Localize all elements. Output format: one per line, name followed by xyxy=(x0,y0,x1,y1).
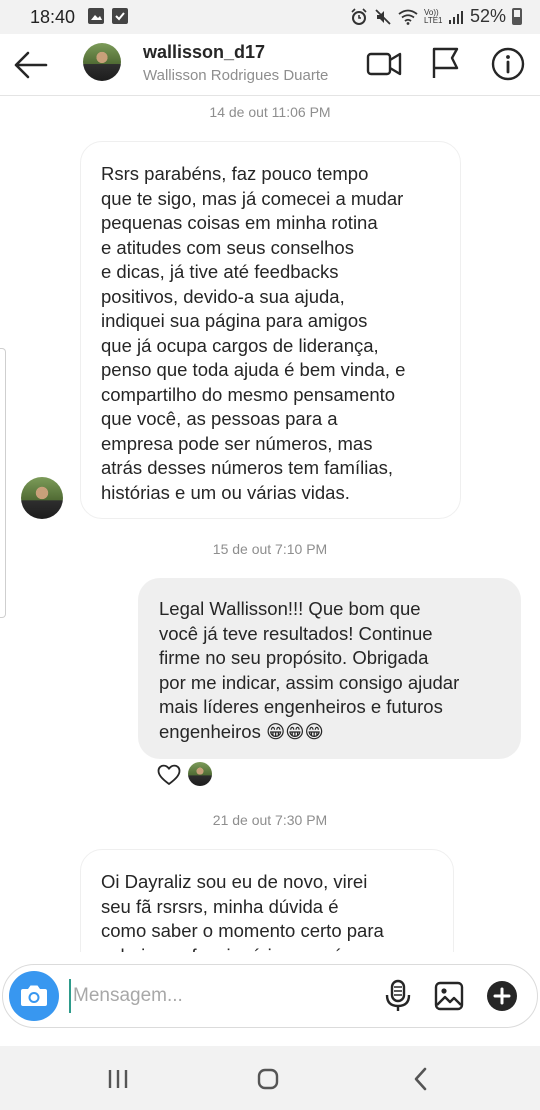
arrow-left-icon[interactable] xyxy=(12,48,48,82)
gallery-notification-icon xyxy=(88,8,104,24)
message-line: que te sigo, mas já comecei a mudar xyxy=(101,187,404,209)
message-line: atrás desses números tem famílias, xyxy=(101,457,393,478)
message-line: penso que toda ajuda é bem vinda, e xyxy=(101,359,406,380)
camera-button[interactable] xyxy=(9,971,59,1021)
chat-username[interactable]: wallisson_d17 xyxy=(143,42,265,63)
message-timestamp: 21 de out 7:30 PM xyxy=(212,812,328,828)
camera-icon xyxy=(21,985,47,1006)
signal-icon xyxy=(448,10,463,24)
video-camera-icon[interactable] xyxy=(366,48,402,80)
message-line: Oi Dayraliz sou eu de novo, virei xyxy=(101,871,368,892)
message-line: firme no seu propósito. Obrigada xyxy=(159,647,429,668)
message-line: valorizar o funcionário, e se é como xyxy=(101,944,433,953)
message-line: e dicas, já tive até feedbacks xyxy=(101,261,339,282)
wifi-icon xyxy=(398,9,418,25)
message-line: engenheiros 😁😁😁 xyxy=(159,720,324,742)
message-line: mais líderes engenheiros e futuros xyxy=(159,696,443,717)
avatar[interactable] xyxy=(83,43,121,81)
chat-full-name: Wallisson Rodrigues Duarte xyxy=(143,67,329,84)
battery-percent: 52% xyxy=(469,6,506,26)
outgoing-message-bubble[interactable]: Legal Wallisson!!! Que bom que você já t… xyxy=(138,578,521,759)
message-line: positivos, devido-a sua ajuda, xyxy=(101,285,345,307)
incoming-message-bubble[interactable]: Oi Dayraliz sou eu de novo, virei seu fã… xyxy=(80,849,454,952)
message-line: seu fã rsrsrs, minha dúvida é xyxy=(101,895,339,917)
network-label: Vo)) LTE1 xyxy=(423,7,443,25)
status-bar: 18:40 Vo)) LTE1 52% xyxy=(0,0,540,34)
message-line: empresa pode ser números, mas xyxy=(101,432,373,454)
message-line: e atitudes com seus conselhos xyxy=(101,236,354,258)
message-line: indiquei sua página para amigos xyxy=(101,310,368,331)
message-timestamp: 15 de out 7:10 PM xyxy=(212,541,328,557)
image-icon[interactable] xyxy=(433,980,465,1012)
info-icon[interactable] xyxy=(490,46,526,82)
alarm-icon xyxy=(351,7,367,25)
checkbox-notification-icon xyxy=(112,8,128,24)
microphone-icon[interactable] xyxy=(383,979,413,1013)
incoming-message-clip: Oi Dayraliz sou eu de novo, virei seu fã… xyxy=(80,849,454,952)
nav-back-icon[interactable] xyxy=(406,1064,436,1094)
message-line: que já ocupa cargos de liderança, xyxy=(101,334,379,356)
system-status-icons: Vo)) LTE1 52% xyxy=(350,6,522,27)
reaction-avatar xyxy=(188,762,212,786)
battery-icon xyxy=(512,8,522,25)
sender-avatar[interactable] xyxy=(21,477,63,519)
notification-icons xyxy=(88,8,128,24)
message-line: compartilho do mesmo pensamento xyxy=(101,383,396,405)
message-line: você já teve resultados! Continue xyxy=(159,622,433,644)
home-icon[interactable] xyxy=(253,1064,283,1094)
message-line: como saber o momento certo para xyxy=(101,920,384,941)
flag-icon[interactable] xyxy=(428,46,462,80)
plus-icon[interactable] xyxy=(486,980,518,1012)
message-line: que você, as pessoas para a xyxy=(101,408,338,429)
message-line: Rsrs parabéns, faz pouco tempo xyxy=(101,163,369,184)
message-timestamp: 14 de out 11:06 PM xyxy=(209,104,331,120)
message-composer xyxy=(2,964,538,1028)
message-line: por me indicar, assim consigo ajudar xyxy=(159,671,460,693)
system-navigation-bar xyxy=(0,1046,540,1110)
scroll-edge-indicator xyxy=(0,348,6,618)
message-line: Legal Wallisson!!! Que bom que xyxy=(159,598,421,619)
recent-apps-icon[interactable] xyxy=(103,1064,133,1094)
message-line: pequenas coisas em minha rotina xyxy=(101,212,378,233)
incoming-message-bubble[interactable]: Rsrs parabéns, faz pouco tempo que te si… xyxy=(80,141,461,519)
message-input[interactable] xyxy=(69,979,359,1013)
chat-header: wallisson_d17 Wallisson Rodrigues Duarte xyxy=(0,34,540,96)
status-time: 18:40 xyxy=(30,7,76,27)
mute-icon xyxy=(375,8,391,25)
message-line: histórias e um ou várias vidas. xyxy=(101,481,350,503)
heart-icon[interactable] xyxy=(157,764,181,786)
